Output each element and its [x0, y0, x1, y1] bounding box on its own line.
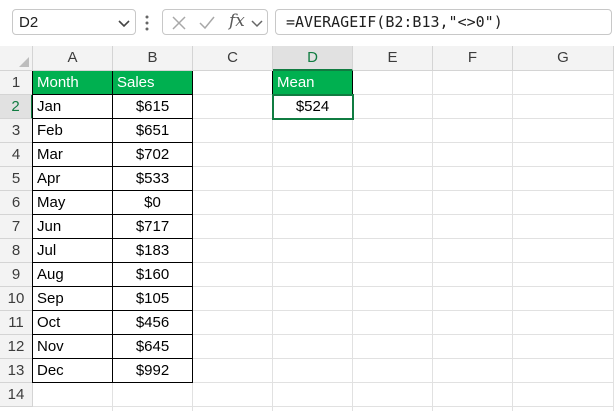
formula-text: =AVERAGEIF(B2:B13,"<>0")	[286, 13, 503, 31]
cell-a8[interactable]: Jul	[32, 239, 113, 263]
cell-a12[interactable]: Nov	[32, 335, 113, 359]
cell-b4[interactable]: $702	[113, 143, 193, 167]
cell-a5[interactable]: Apr	[32, 167, 113, 191]
name-box[interactable]: D2	[12, 9, 136, 35]
row-header-10[interactable]: 10	[0, 287, 33, 311]
row-header-11[interactable]: 11	[0, 311, 33, 335]
spreadsheet-grid: A B C D E F G 1 2 3 4 5 6 7 8 9 10 11 12 13 14 Month Sales Jan $…	[0, 46, 614, 411]
name-box-value: D2	[19, 14, 39, 31]
cell-a10[interactable]: Sep	[32, 287, 113, 311]
cell-d1[interactable]: Mean	[272, 71, 353, 95]
cell-b12[interactable]: $645	[113, 335, 193, 359]
column-header-a[interactable]: A	[33, 46, 113, 71]
cell-a7[interactable]: Jun	[32, 215, 113, 239]
formula-input[interactable]: =AVERAGEIF(B2:B13,"<>0")	[275, 9, 612, 35]
cell-b3[interactable]: $651	[113, 119, 193, 143]
row-header-3[interactable]: 3	[0, 119, 33, 143]
cell-a4[interactable]: Mar	[32, 143, 113, 167]
checkmark-icon[interactable]	[199, 15, 215, 31]
gridline	[272, 71, 273, 411]
column-header-e[interactable]: E	[353, 46, 433, 71]
cell-b5[interactable]: $533	[113, 167, 193, 191]
column-header-b[interactable]: B	[113, 46, 193, 71]
row-header-14[interactable]: 14	[0, 383, 33, 407]
row-header-8[interactable]: 8	[0, 239, 33, 263]
cell-b2[interactable]: $615	[113, 95, 193, 119]
row-header-6[interactable]: 6	[0, 191, 33, 215]
column-header-g[interactable]: G	[513, 46, 614, 71]
cell-a11[interactable]: Oct	[32, 311, 113, 335]
row-header-12[interactable]: 12	[0, 335, 33, 359]
cell-a9[interactable]: Aug	[32, 263, 113, 287]
column-header-d[interactable]: D	[273, 46, 353, 71]
column-header-f[interactable]: F	[433, 46, 513, 71]
row-header-7[interactable]: 7	[0, 215, 33, 239]
gridline	[352, 71, 353, 411]
gridline	[432, 71, 433, 411]
column-header-c[interactable]: C	[193, 46, 273, 71]
cell-b10[interactable]: $105	[113, 287, 193, 311]
gridline	[512, 71, 513, 411]
cell-b6[interactable]: $0	[113, 191, 193, 215]
row-header-13[interactable]: 13	[0, 359, 33, 383]
active-cell-outline	[272, 94, 354, 120]
close-icon[interactable]	[171, 15, 187, 31]
insert-function-button[interactable]: fx	[229, 11, 245, 31]
cell-b8[interactable]: $183	[113, 239, 193, 263]
chevron-down-icon[interactable]	[250, 16, 264, 30]
cell-a3[interactable]: Feb	[32, 119, 113, 143]
cell-b13[interactable]: $992	[113, 359, 193, 383]
cell-b1[interactable]: Sales	[113, 71, 193, 95]
cell-b11[interactable]: $456	[113, 311, 193, 335]
cell-a13[interactable]: Dec	[32, 359, 113, 383]
formula-tools: fx	[162, 9, 268, 35]
row-header-5[interactable]: 5	[0, 167, 33, 191]
select-all-button[interactable]	[0, 46, 33, 71]
cell-b7[interactable]: $717	[113, 215, 193, 239]
row-header-1[interactable]: 1	[0, 71, 33, 95]
row-header-2[interactable]: 2	[0, 95, 33, 119]
cell-a6[interactable]: May	[32, 191, 113, 215]
cell-a2[interactable]: Jan	[32, 95, 113, 119]
select-all-triangle-icon	[19, 57, 29, 67]
gridline	[33, 406, 614, 407]
formula-bar-area: D2 fx =AVERAGEIF(B2:B13,"<>0")	[0, 0, 614, 46]
cell-b9[interactable]: $160	[113, 263, 193, 287]
row-header-9[interactable]: 9	[0, 263, 33, 287]
cell-a1[interactable]: Month	[32, 71, 113, 95]
row-header-4[interactable]: 4	[0, 143, 33, 167]
chevron-down-icon[interactable]	[117, 16, 131, 30]
vertical-dots-icon[interactable]	[145, 14, 149, 32]
